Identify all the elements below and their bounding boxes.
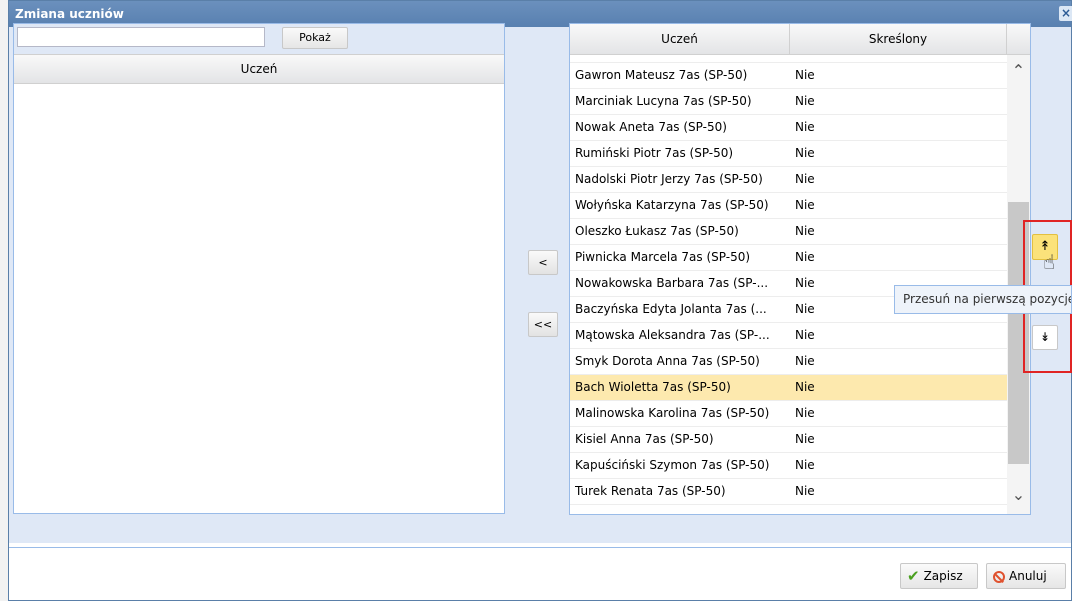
- struck-off-cell: Nie: [795, 276, 815, 290]
- table-row[interactable]: Marciniak Lucyna 7as (SP-50) Nie: [570, 89, 1007, 115]
- struck-off-cell: Nie: [795, 94, 815, 108]
- table-row[interactable]: Malinowska Karolina 7as (SP-50) Nie: [570, 401, 1007, 427]
- partial-row: [570, 55, 1007, 63]
- table-row[interactable]: Rumiński Piotr 7as (SP-50) Nie: [570, 141, 1007, 167]
- student-name-cell: Malinowska Karolina 7as (SP-50): [575, 406, 770, 420]
- student-name-cell: Baczyńska Edyta Jolanta 7as (...: [575, 302, 767, 316]
- student-name-cell: Kisiel Anna 7as (SP-50): [575, 432, 714, 446]
- struck-off-cell: Nie: [795, 328, 815, 342]
- struck-off-cell: Nie: [795, 198, 815, 212]
- scroll-down-icon[interactable]: ⌄: [1010, 485, 1027, 505]
- move-all-left-button[interactable]: <<: [528, 312, 558, 337]
- struck-off-cell: Nie: [795, 380, 815, 394]
- move-to-bottom-button[interactable]: ↡: [1032, 325, 1058, 350]
- student-name-cell: Marciniak Lucyna 7as (SP-50): [575, 94, 752, 108]
- background-edge: [0, 0, 8, 601]
- student-name-cell: Turek Renata 7as (SP-50): [575, 484, 726, 498]
- student-name-cell: Bach Wioletta 7as (SP-50): [575, 380, 731, 394]
- cancel-icon: [993, 571, 1005, 583]
- table-row[interactable]: Kisiel Anna 7as (SP-50) Nie: [570, 427, 1007, 453]
- struck-off-cell: Nie: [795, 406, 815, 420]
- save-label: Zapisz: [923, 569, 963, 583]
- table-row[interactable]: Oleszko Łukasz 7as (SP-50) Nie: [570, 219, 1007, 245]
- struck-off-cell: Nie: [795, 302, 815, 316]
- struck-off-cell: Nie: [795, 172, 815, 186]
- student-name-cell: Nowak Aneta 7as (SP-50): [575, 120, 727, 134]
- save-button[interactable]: ✔ Zapisz: [900, 563, 978, 589]
- student-name-cell: Smyk Dorota Anna 7as (SP-50): [575, 354, 760, 368]
- table-row[interactable]: Nowak Aneta 7as (SP-50) Nie: [570, 115, 1007, 141]
- column-header-struck-off[interactable]: Skreślony: [790, 24, 1007, 54]
- table-row[interactable]: Piwnicka Marcela 7as (SP-50) Nie: [570, 245, 1007, 271]
- student-name-cell: Oleszko Łukasz 7as (SP-50): [575, 224, 739, 238]
- struck-off-cell: Nie: [795, 146, 815, 160]
- checkmark-icon: ✔: [907, 567, 920, 585]
- scroll-up-icon[interactable]: ⌃: [1010, 61, 1027, 81]
- table-row[interactable]: Turek Renata 7as (SP-50) Nie: [570, 479, 1007, 505]
- move-to-top-tooltip: Przesuń na pierwszą pozycję: [894, 285, 1072, 314]
- table-row[interactable]: Bach Wioletta 7as (SP-50) Nie: [570, 375, 1007, 401]
- left-column-header-student[interactable]: Uczeń: [14, 54, 504, 84]
- available-students-panel: Pokaż Uczeń: [13, 23, 505, 514]
- grid-rows: Gawron Mateusz 7as (SP-50) Nie Marciniak L…: [570, 55, 1007, 505]
- table-row[interactable]: Nadolski Piotr Jerzy 7as (SP-50) Nie: [570, 167, 1007, 193]
- cancel-label: Anuluj: [1009, 569, 1047, 583]
- move-left-button[interactable]: <: [528, 250, 558, 275]
- struck-off-cell: Nie: [795, 354, 815, 368]
- student-name-cell: Piwnicka Marcela 7as (SP-50): [575, 250, 751, 264]
- table-row[interactable]: Mątowska Aleksandra 7as (SP-... Nie: [570, 323, 1007, 349]
- struck-off-cell: Nie: [795, 432, 815, 446]
- table-row[interactable]: Wołyńska Katarzyna 7as (SP-50) Nie: [570, 193, 1007, 219]
- show-button[interactable]: Pokaż: [282, 27, 348, 49]
- column-header-student[interactable]: Uczeń: [570, 24, 790, 54]
- table-row[interactable]: Smyk Dorota Anna 7as (SP-50) Nie: [570, 349, 1007, 375]
- assigned-students-grid: Uczeń Skreślony Gawron Mateusz 7as (SP-5…: [569, 23, 1031, 515]
- student-name-cell: Gawron Mateusz 7as (SP-50): [575, 68, 748, 82]
- double-arrow-down-icon: ↡: [1039, 330, 1051, 344]
- student-name-cell: Wołyńska Katarzyna 7as (SP-50): [575, 198, 769, 212]
- grid-header: Uczeń Skreślony: [570, 24, 1030, 55]
- struck-off-cell: Nie: [795, 68, 815, 82]
- cancel-button[interactable]: Anuluj: [986, 563, 1066, 589]
- left-toolbar: Pokaż: [14, 24, 504, 54]
- table-row[interactable]: Gawron Mateusz 7as (SP-50) Nie: [570, 63, 1007, 89]
- close-icon[interactable]: ×: [1059, 6, 1072, 21]
- struck-off-cell: Nie: [795, 120, 815, 134]
- struck-off-cell: Nie: [795, 484, 815, 498]
- student-name-cell: Nowakowska Barbara 7as (SP-...: [575, 276, 769, 290]
- table-row[interactable]: Kapuściński Szymon 7as (SP-50) Nie: [570, 453, 1007, 479]
- student-name-cell: Kapuściński Szymon 7as (SP-50): [575, 458, 770, 472]
- hand-cursor-icon: ☝: [1043, 250, 1056, 274]
- student-name-cell: Nadolski Piotr Jerzy 7as (SP-50): [575, 172, 763, 186]
- search-input[interactable]: [17, 27, 265, 47]
- student-name-cell: Rumiński Piotr 7as (SP-50): [575, 146, 734, 160]
- struck-off-cell: Nie: [795, 250, 815, 264]
- dialog-title: Zmiana uczniów: [15, 7, 124, 21]
- struck-off-cell: Nie: [795, 458, 815, 472]
- struck-off-cell: Nie: [795, 224, 815, 238]
- student-name-cell: Mątowska Aleksandra 7as (SP-...: [575, 328, 770, 342]
